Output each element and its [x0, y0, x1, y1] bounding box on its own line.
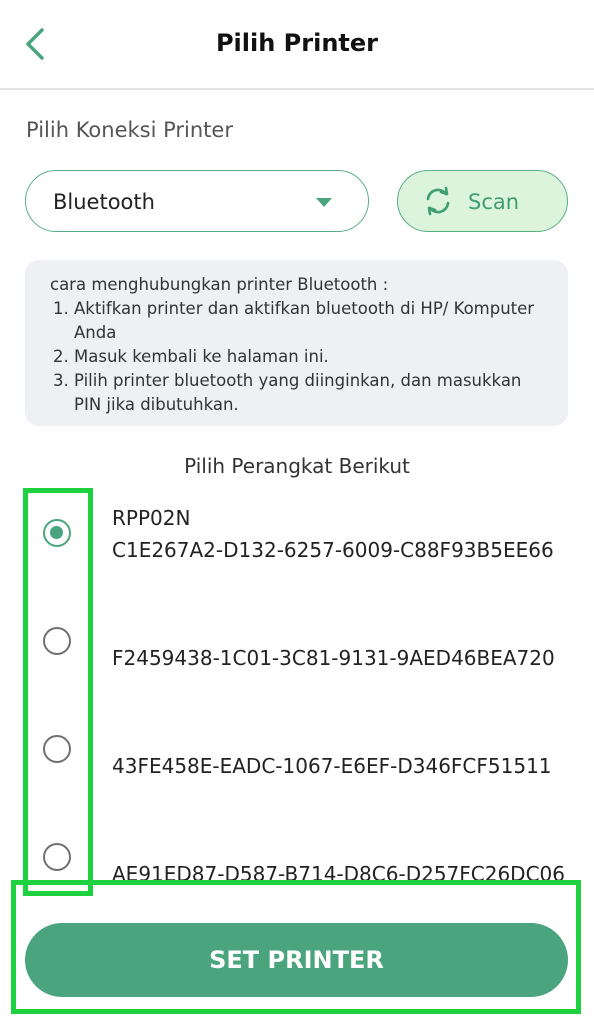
caret-down-icon: [316, 198, 332, 207]
device-id[interactable]: C1E267A2-D132-6257-6009-C88F93B5EE66: [112, 538, 594, 562]
connection-label: Pilih Koneksi Printer: [26, 118, 233, 142]
device-radio-3[interactable]: [43, 735, 71, 763]
device-radio-1[interactable]: [43, 519, 71, 547]
instructions-intro: cara menghubungkan printer Bluetooth :: [50, 275, 389, 294]
set-printer-button[interactable]: SET PRINTER: [25, 923, 568, 997]
instruction-step: Pilih printer bluetooth yang diinginkan,…: [74, 369, 544, 417]
instruction-step: Aktifkan printer dan aktifkan bluetooth …: [74, 297, 544, 345]
device-id[interactable]: 43FE458E-EADC-1067-E6EF-D346FCF51511: [112, 754, 594, 778]
device-radio-4[interactable]: [43, 843, 71, 871]
device-name: RPP02N: [112, 506, 191, 530]
instruction-step: Masuk kembali ke halaman ini.: [74, 345, 544, 369]
connection-select-value: Bluetooth: [53, 190, 155, 214]
refresh-icon: [426, 186, 450, 216]
instructions-box: cara menghubungkan printer Bluetooth : A…: [25, 260, 568, 426]
scan-button[interactable]: Scan: [397, 170, 568, 232]
radio-highlight-frame: [23, 488, 93, 896]
page-title: Pilih Printer: [215, 29, 379, 57]
connection-select[interactable]: Bluetooth: [25, 170, 369, 232]
instructions-list: Aktifkan printer dan aktifkan bluetooth …: [50, 297, 544, 417]
device-radio-2[interactable]: [43, 627, 71, 655]
app-header: Pilih Printer: [0, 0, 594, 90]
device-id[interactable]: F2459438-1C01-3C81-9131-9AED46BEA720: [112, 646, 594, 670]
scan-label: Scan: [468, 190, 520, 214]
devices-title: Pilih Perangkat Berikut: [184, 454, 410, 478]
